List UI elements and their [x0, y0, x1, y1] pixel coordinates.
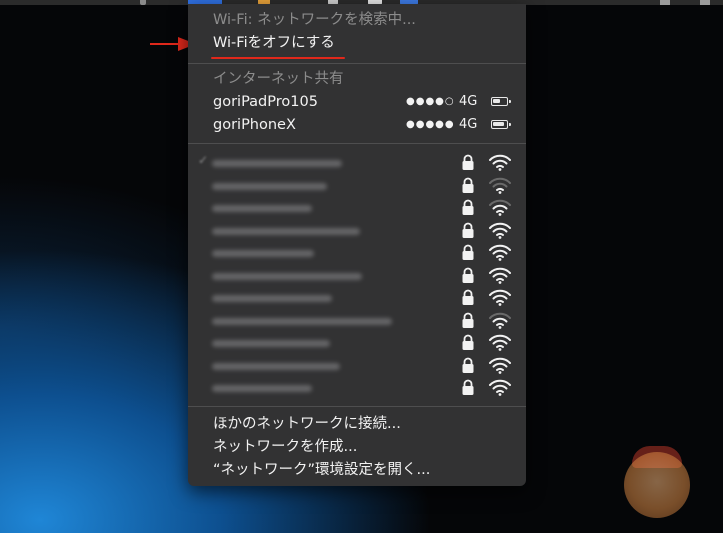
wifi-network-item[interactable]: [188, 219, 526, 242]
hotspot-name: goriPadPro105: [213, 94, 318, 110]
wifi-signal-icon: [489, 177, 511, 194]
lock-icon: [462, 379, 474, 395]
wifi-network-item[interactable]: [188, 354, 526, 377]
battery-icon: [491, 120, 511, 129]
wifi-network-item[interactable]: [188, 376, 526, 399]
network-name-redacted: [212, 250, 314, 257]
lock-icon: [462, 289, 474, 305]
network-name-redacted: [212, 272, 362, 280]
wifi-signal-icon: [489, 379, 511, 396]
wifi-dropdown-menu: Wi-Fi: ネットワークを検索中... Wi-Fiをオフにする インターネット…: [188, 4, 526, 486]
lock-icon: [462, 312, 474, 328]
create-network-item[interactable]: ネットワークを作成...: [188, 436, 526, 458]
cellular-signal-icon: ●●●●●: [406, 119, 455, 130]
join-other-network-label: ほかのネットワークに接続...: [213, 416, 401, 432]
checkmark-icon: ✓: [198, 153, 209, 167]
wifi-signal-icon: [489, 154, 511, 171]
watermark-logo: [624, 452, 690, 518]
wifi-signal-icon: [489, 334, 511, 351]
wifi-signal-icon: [489, 244, 511, 261]
network-type-label: 4G: [459, 117, 478, 132]
wifi-status-label: Wi-Fi: ネットワークを検索中...: [213, 12, 416, 28]
network-name-redacted: [212, 182, 327, 190]
lock-icon: [462, 222, 474, 238]
menubar-icon[interactable]: [700, 0, 710, 5]
wifi-signal-icon: [489, 199, 511, 216]
wifi-network-item[interactable]: [188, 309, 526, 332]
hotspot-header-label: インターネット共有: [213, 71, 344, 87]
network-name-redacted: [212, 205, 312, 212]
wifi-network-item[interactable]: [188, 331, 526, 354]
menu-separator: [188, 143, 526, 144]
network-type-label: 4G: [459, 94, 478, 109]
hotspot-item[interactable]: goriPadPro105 ●●●●○ 4G: [188, 91, 526, 113]
wifi-signal-icon: [489, 312, 511, 329]
menubar-icon[interactable]: [140, 0, 146, 5]
join-other-network-item[interactable]: ほかのネットワークに接続...: [188, 413, 526, 435]
network-name-redacted: [212, 160, 342, 167]
wifi-network-item[interactable]: [188, 174, 526, 197]
network-name-redacted: [212, 295, 332, 302]
annotation-underline: [211, 57, 345, 59]
create-network-label: ネットワークを作成...: [213, 439, 358, 455]
wifi-signal-icon: [489, 267, 511, 284]
menu-separator: [188, 63, 526, 64]
lock-icon: [462, 357, 474, 373]
wifi-network-item[interactable]: ✓: [188, 151, 526, 174]
network-name-redacted: [212, 385, 312, 392]
network-name-redacted: [212, 340, 330, 347]
open-network-prefs-item[interactable]: “ネットワーク”環境設定を開く...: [188, 459, 526, 481]
network-name-redacted: [212, 227, 360, 235]
battery-icon: [491, 97, 511, 106]
wifi-signal-icon: [489, 357, 511, 374]
open-network-prefs-label: “ネットワーク”環境設定を開く...: [213, 462, 431, 478]
network-name-redacted: [212, 362, 340, 370]
menu-separator: [188, 406, 526, 407]
menubar-icon[interactable]: [660, 0, 670, 5]
lock-icon: [462, 199, 474, 215]
hotspot-name: goriPhoneX: [213, 117, 296, 133]
wifi-status-item: Wi-Fi: ネットワークを検索中...: [188, 9, 526, 31]
turn-off-wifi-item[interactable]: Wi-Fiをオフにする: [188, 32, 526, 54]
cellular-signal-icon: ●●●●○: [406, 96, 455, 107]
wifi-network-item[interactable]: [188, 286, 526, 309]
wifi-signal-icon: [489, 289, 511, 306]
lock-icon: [462, 267, 474, 283]
hotspot-item[interactable]: goriPhoneX ●●●●● 4G: [188, 114, 526, 136]
wifi-signal-icon: [489, 222, 511, 239]
lock-icon: [462, 334, 474, 350]
wifi-network-item[interactable]: [188, 196, 526, 219]
lock-icon: [462, 244, 474, 260]
wifi-network-item[interactable]: [188, 264, 526, 287]
lock-icon: [462, 154, 474, 170]
hotspot-header: インターネット共有: [188, 68, 526, 90]
wifi-network-item[interactable]: [188, 241, 526, 264]
turn-off-wifi-label: Wi-Fiをオフにする: [213, 35, 335, 51]
lock-icon: [462, 177, 474, 193]
network-name-redacted: [212, 317, 392, 325]
